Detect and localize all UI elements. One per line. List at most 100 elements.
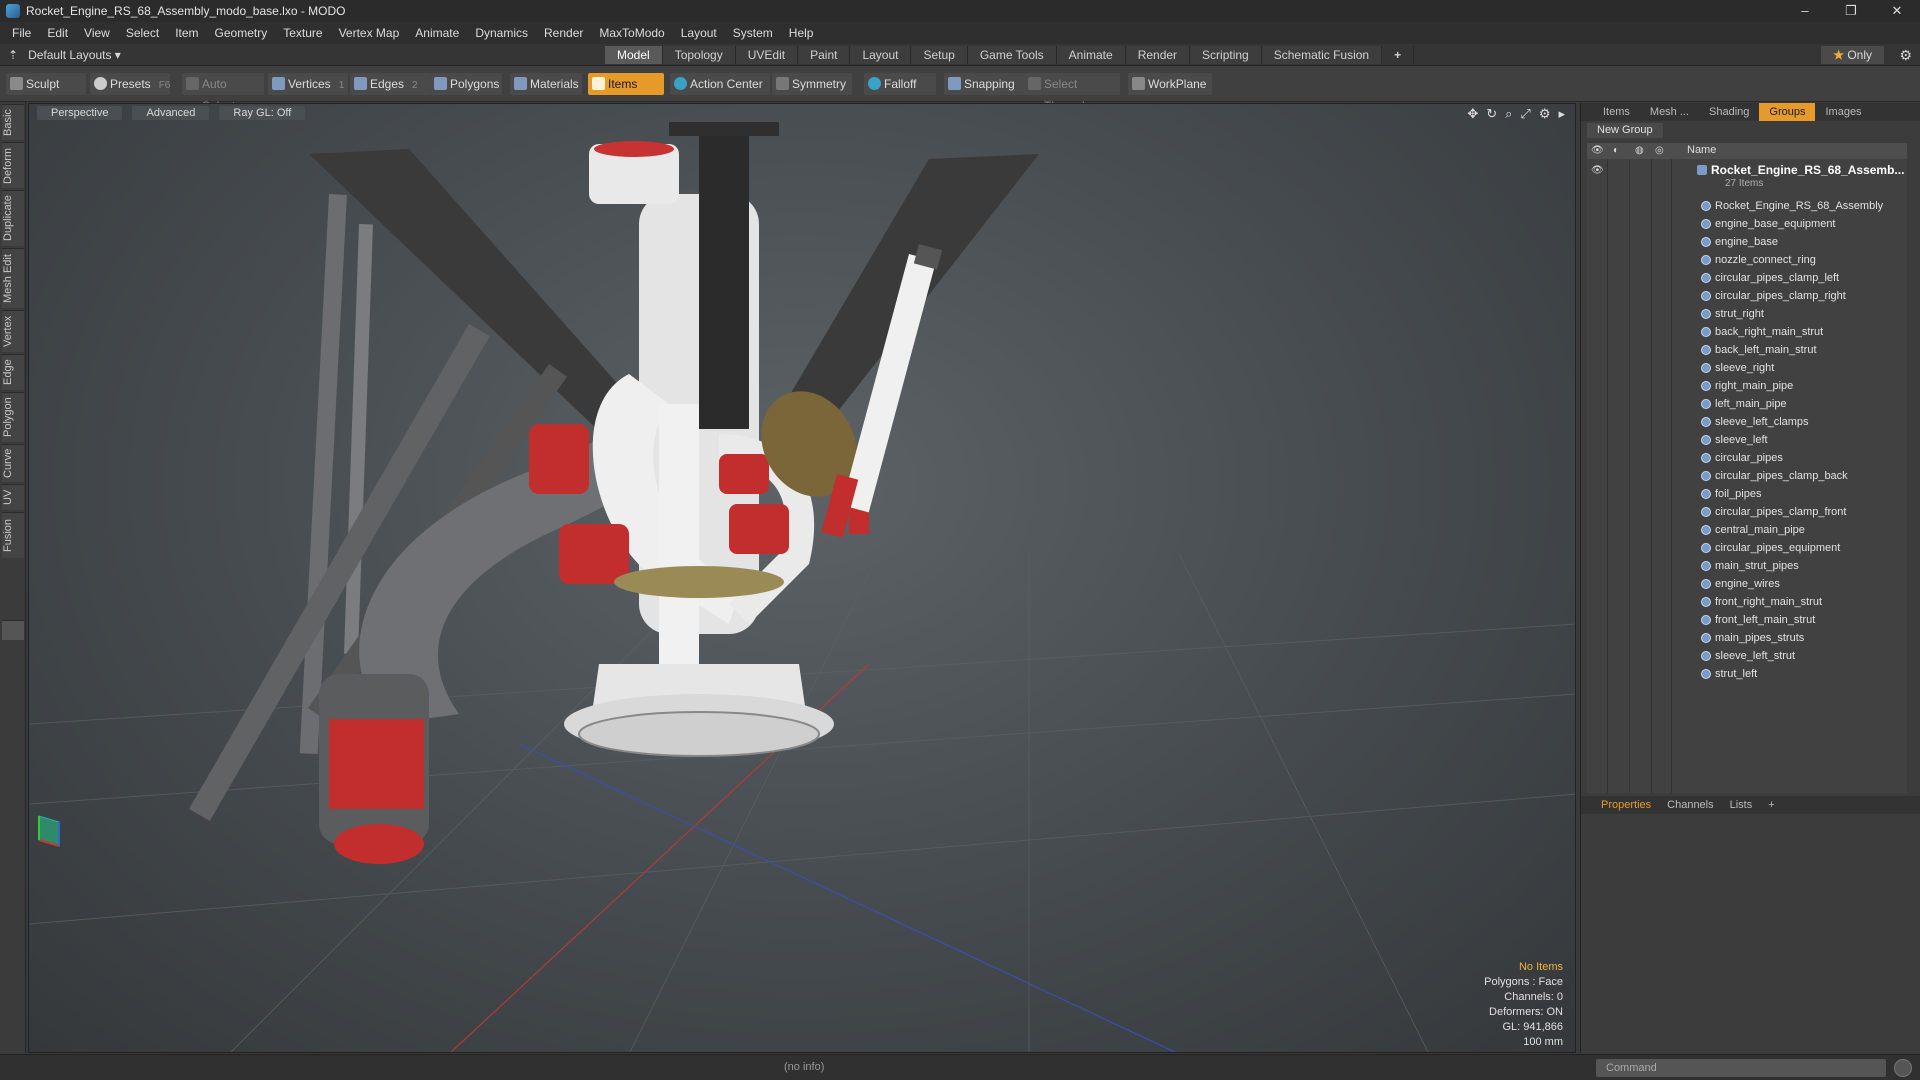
- menu-animate[interactable]: Animate: [407, 26, 467, 40]
- add-panel-tab-button[interactable]: +: [1760, 796, 1782, 814]
- menu-item[interactable]: Item: [167, 26, 206, 40]
- command-input[interactable]: Command: [1596, 1059, 1886, 1077]
- list-item[interactable]: sleeve_right: [1587, 359, 1907, 377]
- shading-dropdown[interactable]: Advanced: [132, 106, 210, 120]
- list-item[interactable]: sleeve_left: [1587, 431, 1907, 449]
- list-item[interactable]: circular_pipes_equipment: [1587, 539, 1907, 557]
- tab-mesh[interactable]: Mesh ...: [1640, 103, 1699, 121]
- tab-animate[interactable]: Animate: [1056, 46, 1126, 64]
- pan-icon[interactable]: ✥: [1467, 106, 1478, 122]
- list-item[interactable]: back_right_main_strut: [1587, 323, 1907, 341]
- list-item[interactable]: Rocket_Engine_RS_68_Assembly: [1587, 197, 1907, 215]
- panel-toggle-button[interactable]: [2, 620, 24, 640]
- falloff-button[interactable]: Falloff: [864, 73, 936, 95]
- only-toggle[interactable]: ★ Only: [1821, 46, 1884, 64]
- list-item[interactable]: left_main_pipe: [1587, 395, 1907, 413]
- tab-curve[interactable]: Curve: [2, 444, 24, 482]
- tab-scripting[interactable]: Scripting: [1190, 46, 1262, 64]
- action-center-button[interactable]: Action Center: [670, 73, 770, 95]
- list-item[interactable]: back_left_main_strut: [1587, 341, 1907, 359]
- list-item[interactable]: engine_base_equipment: [1587, 215, 1907, 233]
- render-column-icon[interactable]: ◐: [1613, 145, 1619, 156]
- tab-mesh-edit[interactable]: Mesh Edit: [2, 248, 24, 308]
- tab-channels[interactable]: Channels: [1659, 796, 1721, 814]
- 3d-viewport[interactable]: Perspective Advanced Ray GL: Off ✥ ↻ ⌕ ⤢…: [28, 103, 1576, 1053]
- layouts-dropdown[interactable]: Default Layouts ▾: [28, 48, 121, 62]
- tab-items[interactable]: Items: [1593, 103, 1640, 121]
- list-item[interactable]: circular_pipes_clamp_front: [1587, 503, 1907, 521]
- select-column-icon[interactable]: ◎: [1655, 145, 1664, 156]
- tab-layout[interactable]: Layout: [850, 46, 912, 64]
- items-button[interactable]: Items: [588, 73, 664, 95]
- list-item[interactable]: strut_right: [1587, 305, 1907, 323]
- menu-help[interactable]: Help: [781, 26, 822, 40]
- tab-fusion[interactable]: Fusion: [2, 512, 24, 558]
- symmetry-button[interactable]: Symmetry: [772, 73, 852, 95]
- tab-uv[interactable]: UV: [2, 484, 24, 510]
- vertices-button[interactable]: Vertices 1: [268, 73, 348, 95]
- menu-edit[interactable]: Edit: [39, 26, 76, 40]
- menu-system[interactable]: System: [725, 26, 781, 40]
- list-item[interactable]: main_pipes_struts: [1587, 629, 1907, 647]
- tab-deform[interactable]: Deform: [2, 142, 24, 188]
- command-run-button[interactable]: [1894, 1059, 1912, 1077]
- tab-images[interactable]: Images: [1815, 103, 1871, 121]
- menu-vertex-map[interactable]: Vertex Map: [331, 26, 408, 40]
- list-item[interactable]: main_strut_pipes: [1587, 557, 1907, 575]
- tab-setup[interactable]: Setup: [911, 46, 968, 64]
- menu-maxtomodo[interactable]: MaxToModo: [591, 26, 672, 40]
- tab-topology[interactable]: Topology: [662, 46, 736, 64]
- lock-column-icon[interactable]: ◍: [1635, 145, 1644, 156]
- menu-render[interactable]: Render: [536, 26, 591, 40]
- tab-paint[interactable]: Paint: [798, 46, 851, 64]
- menu-dynamics[interactable]: Dynamics: [467, 26, 536, 40]
- list-item[interactable]: nozzle_connect_ring: [1587, 251, 1907, 269]
- menu-select[interactable]: Select: [118, 26, 167, 40]
- polygons-button[interactable]: Polygons: [430, 73, 502, 95]
- tab-duplicate[interactable]: Duplicate: [2, 190, 24, 246]
- tab-edge[interactable]: Edge: [2, 354, 24, 390]
- workplane-button[interactable]: WorkPlane: [1128, 73, 1212, 95]
- list-item[interactable]: sleeve_left_clamps: [1587, 413, 1907, 431]
- list-item[interactable]: central_main_pipe: [1587, 521, 1907, 539]
- list-item[interactable]: engine_base: [1587, 233, 1907, 251]
- tab-model[interactable]: Model: [605, 46, 663, 64]
- gear-icon[interactable]: ⚙: [1899, 46, 1912, 64]
- rocket-engine-scene[interactable]: [29, 104, 1576, 1053]
- maximize-button[interactable]: ❐: [1828, 0, 1874, 22]
- close-button[interactable]: ✕: [1874, 0, 1920, 22]
- tab-game-tools[interactable]: Game Tools: [967, 46, 1057, 64]
- tab-uvedit[interactable]: UVEdit: [735, 46, 799, 64]
- snapping-button[interactable]: Snapping: [944, 73, 1024, 95]
- list-item[interactable]: front_left_main_strut: [1587, 611, 1907, 629]
- tab-render[interactable]: Render: [1125, 46, 1191, 64]
- menu-view[interactable]: View: [76, 26, 118, 40]
- viewport-settings-icon[interactable]: ⚙: [1539, 106, 1551, 122]
- list-item[interactable]: circular_pipes: [1587, 449, 1907, 467]
- sculpt-button[interactable]: Sculpt: [6, 73, 86, 95]
- visibility-icon[interactable]: 👁: [1591, 165, 1604, 176]
- list-item[interactable]: right_main_pipe: [1587, 377, 1907, 395]
- tab-groups[interactable]: Groups: [1759, 103, 1816, 121]
- tab-vertex[interactable]: Vertex: [2, 310, 24, 352]
- menu-layout[interactable]: Layout: [673, 26, 725, 40]
- layout-pin-icon[interactable]: ⇡: [8, 48, 18, 62]
- list-item[interactable]: circular_pipes_clamp_right: [1587, 287, 1907, 305]
- zoom-icon[interactable]: ⌕: [1505, 106, 1512, 122]
- tab-lists[interactable]: Lists: [1722, 796, 1761, 814]
- tab-polygon[interactable]: Polygon: [2, 392, 24, 442]
- list-item[interactable]: circular_pipes_clamp_back: [1587, 467, 1907, 485]
- list-item[interactable]: foil_pipes: [1587, 485, 1907, 503]
- tab-schematic-fusion[interactable]: Schematic Fusion: [1261, 46, 1383, 64]
- list-item[interactable]: strut_left: [1587, 665, 1907, 683]
- menu-file[interactable]: File: [4, 26, 39, 40]
- raygl-dropdown[interactable]: Ray GL: Off: [219, 106, 306, 120]
- select-through-button[interactable]: Select Through: [1024, 73, 1120, 113]
- rotate-icon[interactable]: ↻: [1486, 106, 1497, 122]
- edges-button[interactable]: Edges 2: [350, 73, 430, 95]
- fit-icon[interactable]: ⤢: [1520, 106, 1530, 122]
- tab-properties[interactable]: Properties: [1593, 796, 1659, 814]
- menu-geometry[interactable]: Geometry: [207, 26, 276, 40]
- visibility-column-icon[interactable]: 👁: [1591, 145, 1604, 156]
- expand-icon[interactable]: ▸: [1558, 106, 1565, 122]
